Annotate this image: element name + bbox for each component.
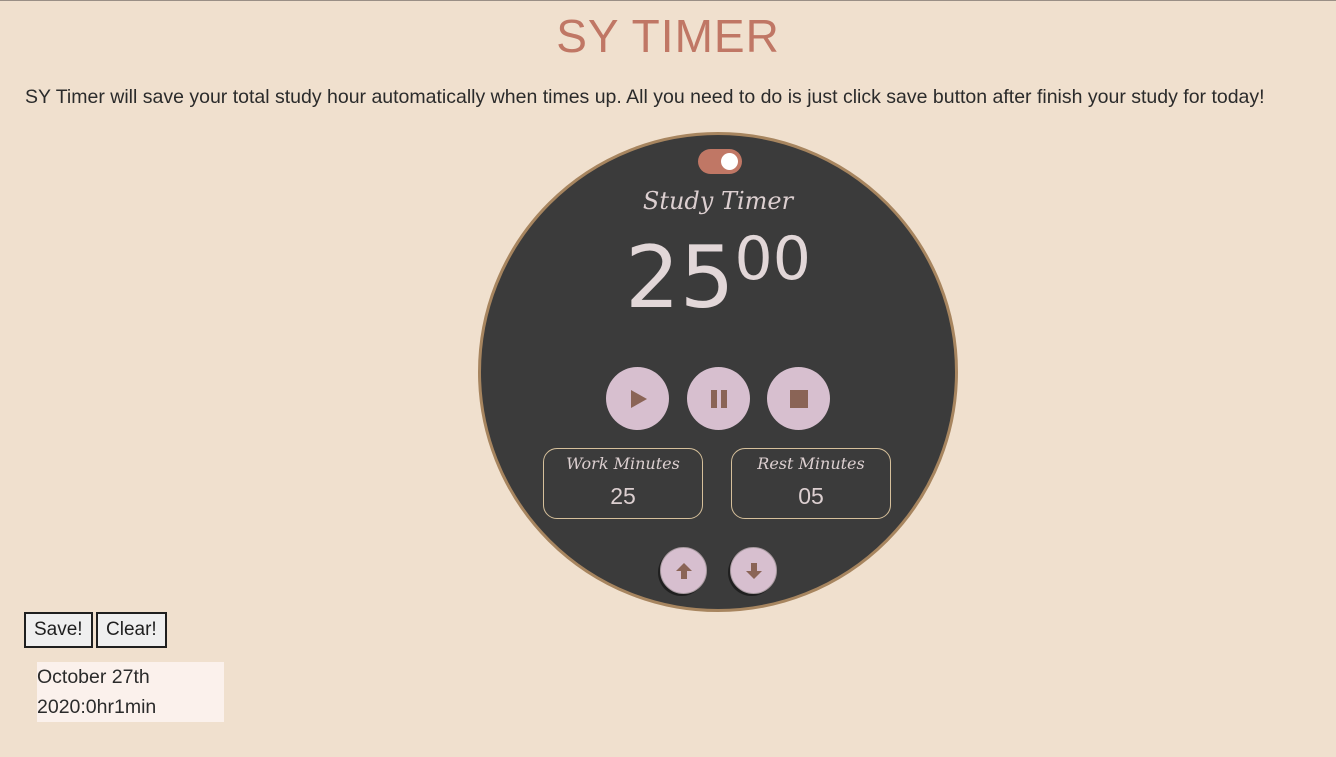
stop-button[interactable] (767, 367, 830, 430)
work-minutes-value: 25 (610, 483, 636, 509)
arrow-up-icon (675, 562, 692, 579)
decrease-button[interactable] (730, 547, 777, 594)
toggle-knob (721, 153, 738, 170)
start-button[interactable] (606, 367, 669, 430)
save-button[interactable]: Save! (24, 612, 93, 648)
increase-button[interactable] (660, 547, 707, 594)
clear-button[interactable]: Clear! (96, 612, 167, 648)
rest-minutes-value: 05 (798, 483, 824, 509)
record-total: 2020:0hr1min (37, 696, 157, 718)
timer-panel: Study Timer 2500 Work Minutes 25 Rest Mi… (478, 132, 958, 612)
timer-seconds: 00 (734, 224, 811, 294)
timer-minutes: 25 (625, 228, 735, 328)
play-icon (630, 389, 647, 408)
work-minutes-box[interactable]: Work Minutes 25 (543, 448, 703, 519)
timer-mode-label: Study Timer (642, 187, 794, 215)
rest-minutes-label: Rest Minutes (757, 454, 865, 473)
stop-icon (789, 389, 808, 408)
page-title: SY TIMER (556, 10, 780, 62)
rest-minutes-box[interactable]: Rest Minutes 05 (731, 448, 891, 519)
mode-toggle[interactable] (698, 149, 742, 174)
arrow-down-icon (745, 562, 762, 579)
pause-icon (710, 389, 727, 408)
pause-button[interactable] (687, 367, 750, 430)
record-date: October 27th (37, 666, 150, 688)
study-record: October 27th 2020:0hr1min (37, 662, 224, 722)
intro-text: SY Timer will save your total study hour… (25, 86, 1265, 108)
timer-display: 2500 (481, 229, 955, 321)
work-minutes-label: Work Minutes (566, 454, 680, 473)
